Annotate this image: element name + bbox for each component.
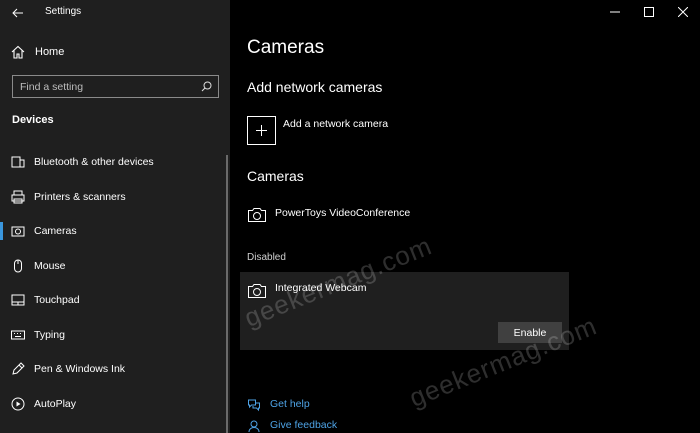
app-title: Settings: [45, 6, 82, 17]
keyboard-icon: [11, 330, 25, 339]
sidebar-item-label: Bluetooth & other devices: [34, 156, 154, 168]
section-heading: Devices: [12, 114, 54, 126]
search-icon[interactable]: [201, 81, 212, 92]
sidebar-item-label: AutoPlay: [34, 397, 77, 410]
sidebar-item-label: Printers & scanners: [34, 190, 126, 203]
search-input[interactable]: [13, 76, 193, 97]
give-feedback-label: Give feedback: [270, 419, 338, 431]
sidebar-item-home[interactable]: Home: [0, 40, 230, 64]
add-network-camera-button[interactable]: Add a network camera: [247, 116, 447, 146]
arrow-left-icon: [12, 8, 23, 18]
sidebar-item-typing[interactable]: Typing: [0, 321, 228, 356]
sidebar-item-bluetooth[interactable]: Bluetooth & other devices: [0, 148, 228, 183]
sidebar-item-touchpad[interactable]: Touchpad: [0, 286, 228, 321]
titlebar-left: Settings: [0, 0, 230, 26]
sidebar-scrollbar[interactable]: [226, 155, 228, 433]
cameras-heading: Cameras: [247, 168, 304, 184]
main-content: Cameras Add network cameras Add a networ…: [230, 0, 700, 433]
sidebar-item-pen[interactable]: Pen & Windows Ink: [0, 355, 228, 390]
get-help-label: Get help: [270, 398, 310, 410]
plus-icon: [256, 125, 267, 136]
mouse-icon: [14, 259, 22, 272]
sidebar-nav: Bluetooth & other devices Printers & sca…: [0, 148, 228, 424]
sidebar-item-printers[interactable]: Printers & scanners: [0, 183, 228, 218]
camera-icon: [248, 208, 266, 222]
autoplay-icon: [11, 397, 25, 410]
camera-icon: [248, 284, 266, 298]
search-box[interactable]: [12, 75, 219, 98]
sidebar-item-label: Pen & Windows Ink: [34, 363, 126, 375]
maximize-icon: [644, 7, 654, 17]
sidebar-item-label: Mouse: [34, 259, 66, 272]
minimize-button[interactable]: [598, 0, 632, 24]
sidebar-item-label: Cameras: [34, 225, 77, 237]
camera-item-integrated-webcam[interactable]: Integrated Webcam Enable: [240, 272, 569, 350]
add-network-cameras-heading: Add network cameras: [247, 79, 383, 95]
enable-button[interactable]: Enable: [498, 322, 562, 343]
give-feedback-link[interactable]: Give feedback: [247, 418, 387, 433]
add-network-camera-label: Add a network camera: [283, 118, 389, 130]
close-button[interactable]: [666, 0, 700, 24]
home-icon: [11, 45, 25, 59]
bluetooth-devices-icon: [11, 156, 25, 168]
sidebar-item-autoplay[interactable]: AutoPlay: [0, 390, 228, 425]
camera-name: Integrated Webcam: [275, 282, 367, 294]
close-icon: [678, 7, 688, 17]
add-box: [247, 116, 276, 145]
maximize-button[interactable]: [632, 0, 666, 24]
help-chat-icon: [248, 399, 260, 412]
sidebar-item-label: Typing: [34, 328, 65, 341]
home-label: Home: [35, 46, 65, 58]
minimize-icon: [610, 11, 620, 13]
printer-icon: [11, 190, 25, 203]
sidebar-item-mouse[interactable]: Mouse: [0, 252, 228, 287]
pen-icon: [12, 362, 25, 375]
get-help-link[interactable]: Get help: [247, 397, 387, 413]
camera-icon: [11, 226, 25, 237]
sidebar-item-label: Touchpad: [34, 294, 80, 306]
disabled-label: Disabled: [247, 252, 286, 263]
camera-item-powertoys[interactable]: PowerToys VideoConference: [247, 206, 487, 230]
sidebar: Settings Home Devices Bluetooth & other …: [0, 0, 230, 433]
camera-name: PowerToys VideoConference: [275, 207, 411, 219]
touchpad-icon: [11, 294, 25, 306]
window-controls: [598, 0, 700, 24]
sidebar-item-cameras[interactable]: Cameras: [0, 217, 228, 252]
back-button[interactable]: [6, 2, 30, 24]
feedback-icon: [248, 420, 260, 433]
page-title: Cameras: [247, 37, 325, 58]
